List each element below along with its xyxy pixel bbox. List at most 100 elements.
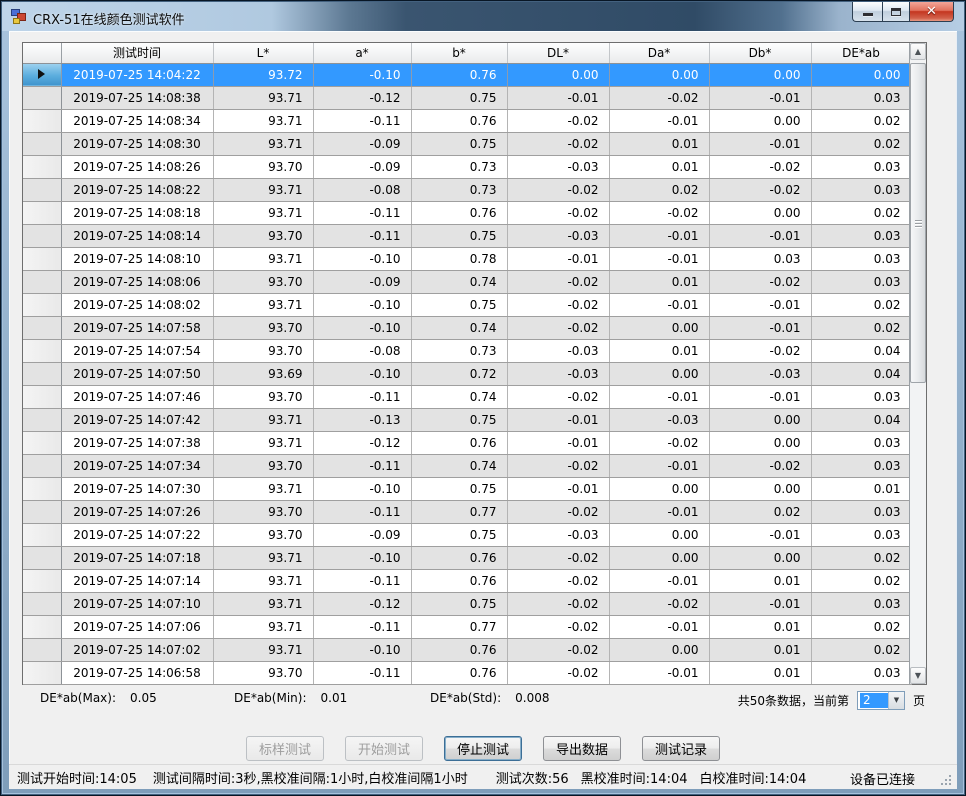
row-header-cell[interactable] xyxy=(23,431,61,454)
grid-cell[interactable]: 0.73 xyxy=(411,339,507,362)
resize-grip-icon[interactable] xyxy=(941,783,943,785)
grid-cell[interactable]: 0.00 xyxy=(709,201,811,224)
grid-cell[interactable]: -0.01 xyxy=(609,661,709,684)
grid-cell[interactable]: 2019-07-25 14:07:14 xyxy=(61,569,213,592)
grid-cell[interactable]: -0.01 xyxy=(709,385,811,408)
grid-cell[interactable]: 0.00 xyxy=(609,546,709,569)
grid-cell[interactable]: -0.03 xyxy=(507,523,609,546)
grid-cell[interactable]: -0.02 xyxy=(709,270,811,293)
grid-cell[interactable]: 0.03 xyxy=(811,224,911,247)
row-header-cell[interactable] xyxy=(23,661,61,684)
grid-cell[interactable]: 0.03 xyxy=(811,155,911,178)
grid-cell[interactable]: 0.75 xyxy=(411,224,507,247)
grid-cell[interactable]: 93.71 xyxy=(213,132,313,155)
grid-cell[interactable]: 0.03 xyxy=(811,431,911,454)
grid-cell[interactable]: -0.01 xyxy=(609,224,709,247)
grid-cell[interactable]: -0.02 xyxy=(709,155,811,178)
grid-cell[interactable]: 0.75 xyxy=(411,293,507,316)
grid-cell[interactable]: 2019-07-25 14:07:18 xyxy=(61,546,213,569)
chevron-down-icon[interactable] xyxy=(888,692,904,709)
grid-cell[interactable]: 2019-07-25 14:08:22 xyxy=(61,178,213,201)
grid-cell[interactable]: 0.04 xyxy=(811,362,911,385)
column-header-a[interactable]: a* xyxy=(313,43,411,63)
grid-cell[interactable]: -0.01 xyxy=(609,109,709,132)
grid-cell[interactable]: -0.03 xyxy=(507,362,609,385)
grid-cell[interactable]: 0.02 xyxy=(709,500,811,523)
scrollbar-thumb[interactable] xyxy=(910,63,926,383)
grid-cell[interactable]: -0.02 xyxy=(609,431,709,454)
grid-cell[interactable]: 0.00 xyxy=(709,63,811,86)
grid-cell[interactable]: 0.02 xyxy=(811,132,911,155)
grid-cell[interactable]: -0.03 xyxy=(709,362,811,385)
grid-cell[interactable]: 0.03 xyxy=(811,247,911,270)
grid-cell[interactable]: 0.02 xyxy=(811,293,911,316)
grid-cell[interactable]: -0.13 xyxy=(313,408,411,431)
grid-cell[interactable]: -0.12 xyxy=(313,86,411,109)
grid-cell[interactable]: 0.75 xyxy=(411,408,507,431)
grid-cell[interactable]: 0.74 xyxy=(411,316,507,339)
grid-cell[interactable]: 93.69 xyxy=(213,362,313,385)
grid-cell[interactable]: 0.01 xyxy=(811,477,911,500)
test-records-button[interactable]: 测试记录 xyxy=(642,736,720,761)
grid-cell[interactable]: -0.10 xyxy=(313,63,411,86)
grid-cell[interactable]: 2019-07-25 14:08:38 xyxy=(61,86,213,109)
grid-cell[interactable]: 0.02 xyxy=(811,638,911,661)
grid-cell[interactable]: -0.10 xyxy=(313,293,411,316)
grid-cell[interactable]: -0.09 xyxy=(313,155,411,178)
grid-cell[interactable]: -0.02 xyxy=(507,316,609,339)
grid-cell[interactable]: 0.75 xyxy=(411,477,507,500)
grid-cell[interactable]: -0.01 xyxy=(709,86,811,109)
grid-cell[interactable]: -0.11 xyxy=(313,201,411,224)
grid-cell[interactable]: 0.00 xyxy=(709,408,811,431)
grid-cell[interactable]: -0.12 xyxy=(313,592,411,615)
grid-cell[interactable]: 0.01 xyxy=(709,615,811,638)
export-data-button[interactable]: 导出数据 xyxy=(543,736,621,761)
grid-cell[interactable]: -0.02 xyxy=(507,293,609,316)
row-header-cell[interactable] xyxy=(23,109,61,132)
scroll-up-icon[interactable] xyxy=(910,43,926,60)
grid-cell[interactable]: 0.75 xyxy=(411,592,507,615)
grid-cell[interactable]: 0.76 xyxy=(411,109,507,132)
grid-cell[interactable]: 2019-07-25 14:08:30 xyxy=(61,132,213,155)
corner-header-cell[interactable] xyxy=(23,43,61,63)
grid-cell[interactable]: 0.76 xyxy=(411,638,507,661)
grid-cell[interactable]: 0.02 xyxy=(811,546,911,569)
grid-cell[interactable]: 2019-07-25 14:08:34 xyxy=(61,109,213,132)
grid-cell[interactable]: 93.71 xyxy=(213,247,313,270)
grid-cell[interactable]: -0.10 xyxy=(313,247,411,270)
grid-cell[interactable]: 2019-07-25 14:07:38 xyxy=(61,431,213,454)
grid-cell[interactable]: 2019-07-25 14:07:54 xyxy=(61,339,213,362)
row-header-cell[interactable] xyxy=(23,316,61,339)
grid-cell[interactable]: -0.01 xyxy=(609,454,709,477)
grid-cell[interactable]: -0.02 xyxy=(507,454,609,477)
grid-cell[interactable]: 0.76 xyxy=(411,63,507,86)
row-header-cell[interactable] xyxy=(23,408,61,431)
row-header-cell[interactable] xyxy=(23,178,61,201)
grid-cell[interactable]: 93.70 xyxy=(213,385,313,408)
grid-cell[interactable]: 0.02 xyxy=(811,569,911,592)
row-header-cell[interactable] xyxy=(23,63,61,86)
grid-cell[interactable]: 2019-07-25 14:07:46 xyxy=(61,385,213,408)
grid-cell[interactable]: -0.02 xyxy=(507,500,609,523)
grid-cell[interactable]: -0.02 xyxy=(507,201,609,224)
grid-cell[interactable]: 93.70 xyxy=(213,500,313,523)
column-header-dl[interactable]: DL* xyxy=(507,43,609,63)
grid-cell[interactable]: 0.00 xyxy=(709,546,811,569)
column-header-l[interactable]: L* xyxy=(213,43,313,63)
grid-cell[interactable]: 0.76 xyxy=(411,431,507,454)
grid-cell[interactable]: 0.00 xyxy=(609,477,709,500)
grid-cell[interactable]: -0.02 xyxy=(507,132,609,155)
grid-cell[interactable]: -0.11 xyxy=(313,569,411,592)
scroll-down-icon[interactable] xyxy=(910,667,926,684)
grid-cell[interactable]: -0.01 xyxy=(507,247,609,270)
grid-cell[interactable]: 0.76 xyxy=(411,661,507,684)
grid-cell[interactable]: -0.02 xyxy=(507,270,609,293)
grid-cell[interactable]: 93.71 xyxy=(213,546,313,569)
grid-cell[interactable]: 0.03 xyxy=(811,454,911,477)
grid-cell[interactable]: 0.01 xyxy=(709,569,811,592)
grid-cell[interactable]: 93.70 xyxy=(213,155,313,178)
grid-cell[interactable]: 0.77 xyxy=(411,615,507,638)
grid-cell[interactable]: -0.11 xyxy=(313,385,411,408)
row-header-cell[interactable] xyxy=(23,132,61,155)
grid-cell[interactable]: 93.71 xyxy=(213,615,313,638)
